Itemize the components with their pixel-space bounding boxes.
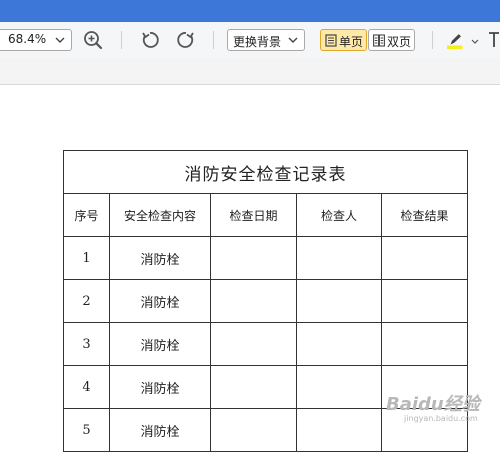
zoom-select[interactable]: 68.4% xyxy=(0,29,72,51)
highlighter-icon[interactable] xyxy=(446,30,466,50)
watermark-brand: Baidu经验 xyxy=(386,394,480,415)
zoom-value: 68.4% xyxy=(8,32,47,46)
table-row: 2 消防栓 xyxy=(63,279,469,323)
double-page-button[interactable]: 双页 xyxy=(368,29,415,51)
table-cell: 1 xyxy=(63,236,110,280)
table-title: 消防安全检查记录表 xyxy=(62,150,469,194)
table-cell: 2 xyxy=(63,279,110,323)
double-page-label: 双页 xyxy=(387,35,412,49)
table-cell xyxy=(210,365,297,409)
header-cell: 检查结果 xyxy=(380,193,469,237)
table-row: 3 消防栓 xyxy=(63,322,469,366)
title-bar xyxy=(0,0,500,22)
table-cell: 消防栓 xyxy=(109,279,211,323)
header-cell: 序号 xyxy=(63,193,110,237)
toolbar-separator xyxy=(121,31,122,49)
chevron-down-icon xyxy=(288,37,298,43)
table-cell: 4 xyxy=(63,365,110,409)
table-cell xyxy=(210,408,297,452)
watermark: Baidu经验 jingyan.baidu.com xyxy=(382,390,492,430)
double-page-icon xyxy=(373,34,385,47)
table-cell xyxy=(380,236,469,280)
table-cell xyxy=(296,322,382,366)
watermark-sub: jingyan.baidu.com xyxy=(404,414,478,423)
table-cell xyxy=(380,322,469,366)
table-cell: 消防栓 xyxy=(109,322,211,366)
single-page-icon xyxy=(325,34,337,47)
rotate-left-icon[interactable] xyxy=(140,30,160,50)
table-cell: 消防栓 xyxy=(109,408,211,452)
zoom-in-icon[interactable] xyxy=(83,30,103,50)
table-cell xyxy=(380,279,469,323)
table-cell xyxy=(296,279,382,323)
table-header-row: 序号 安全检查内容 检查日期 检查人 检查结果 xyxy=(63,193,469,237)
table-cell xyxy=(296,236,382,280)
header-cell: 检查日期 xyxy=(210,193,297,237)
text-tool-icon[interactable] xyxy=(488,30,500,50)
table-cell: 5 xyxy=(63,408,110,452)
table-cell xyxy=(296,365,382,409)
single-page-button[interactable]: 单页 xyxy=(320,29,367,51)
table-row: 1 消防栓 xyxy=(63,236,469,280)
table-cell xyxy=(210,322,297,366)
rotate-right-icon[interactable] xyxy=(176,30,196,50)
header-cell: 安全检查内容 xyxy=(109,193,211,237)
toolbar-separator xyxy=(432,31,433,49)
toolbar-separator xyxy=(213,31,214,49)
toolbar: 68.4% 更换背景 单页 双页 xyxy=(0,22,500,58)
table-cell xyxy=(210,236,297,280)
table-cell xyxy=(296,408,382,452)
table-cell: 消防栓 xyxy=(109,365,211,409)
table-cell: 3 xyxy=(63,322,110,366)
table-cell: 消防栓 xyxy=(109,236,211,280)
chevron-down-icon[interactable] xyxy=(471,39,479,45)
change-background-select[interactable]: 更换背景 xyxy=(227,29,305,51)
header-cell: 检查人 xyxy=(296,193,382,237)
chevron-down-icon xyxy=(55,37,65,43)
table-cell xyxy=(210,279,297,323)
change-background-label: 更换背景 xyxy=(233,35,282,49)
single-page-label: 单页 xyxy=(339,35,364,49)
secondary-toolbar xyxy=(0,58,500,85)
